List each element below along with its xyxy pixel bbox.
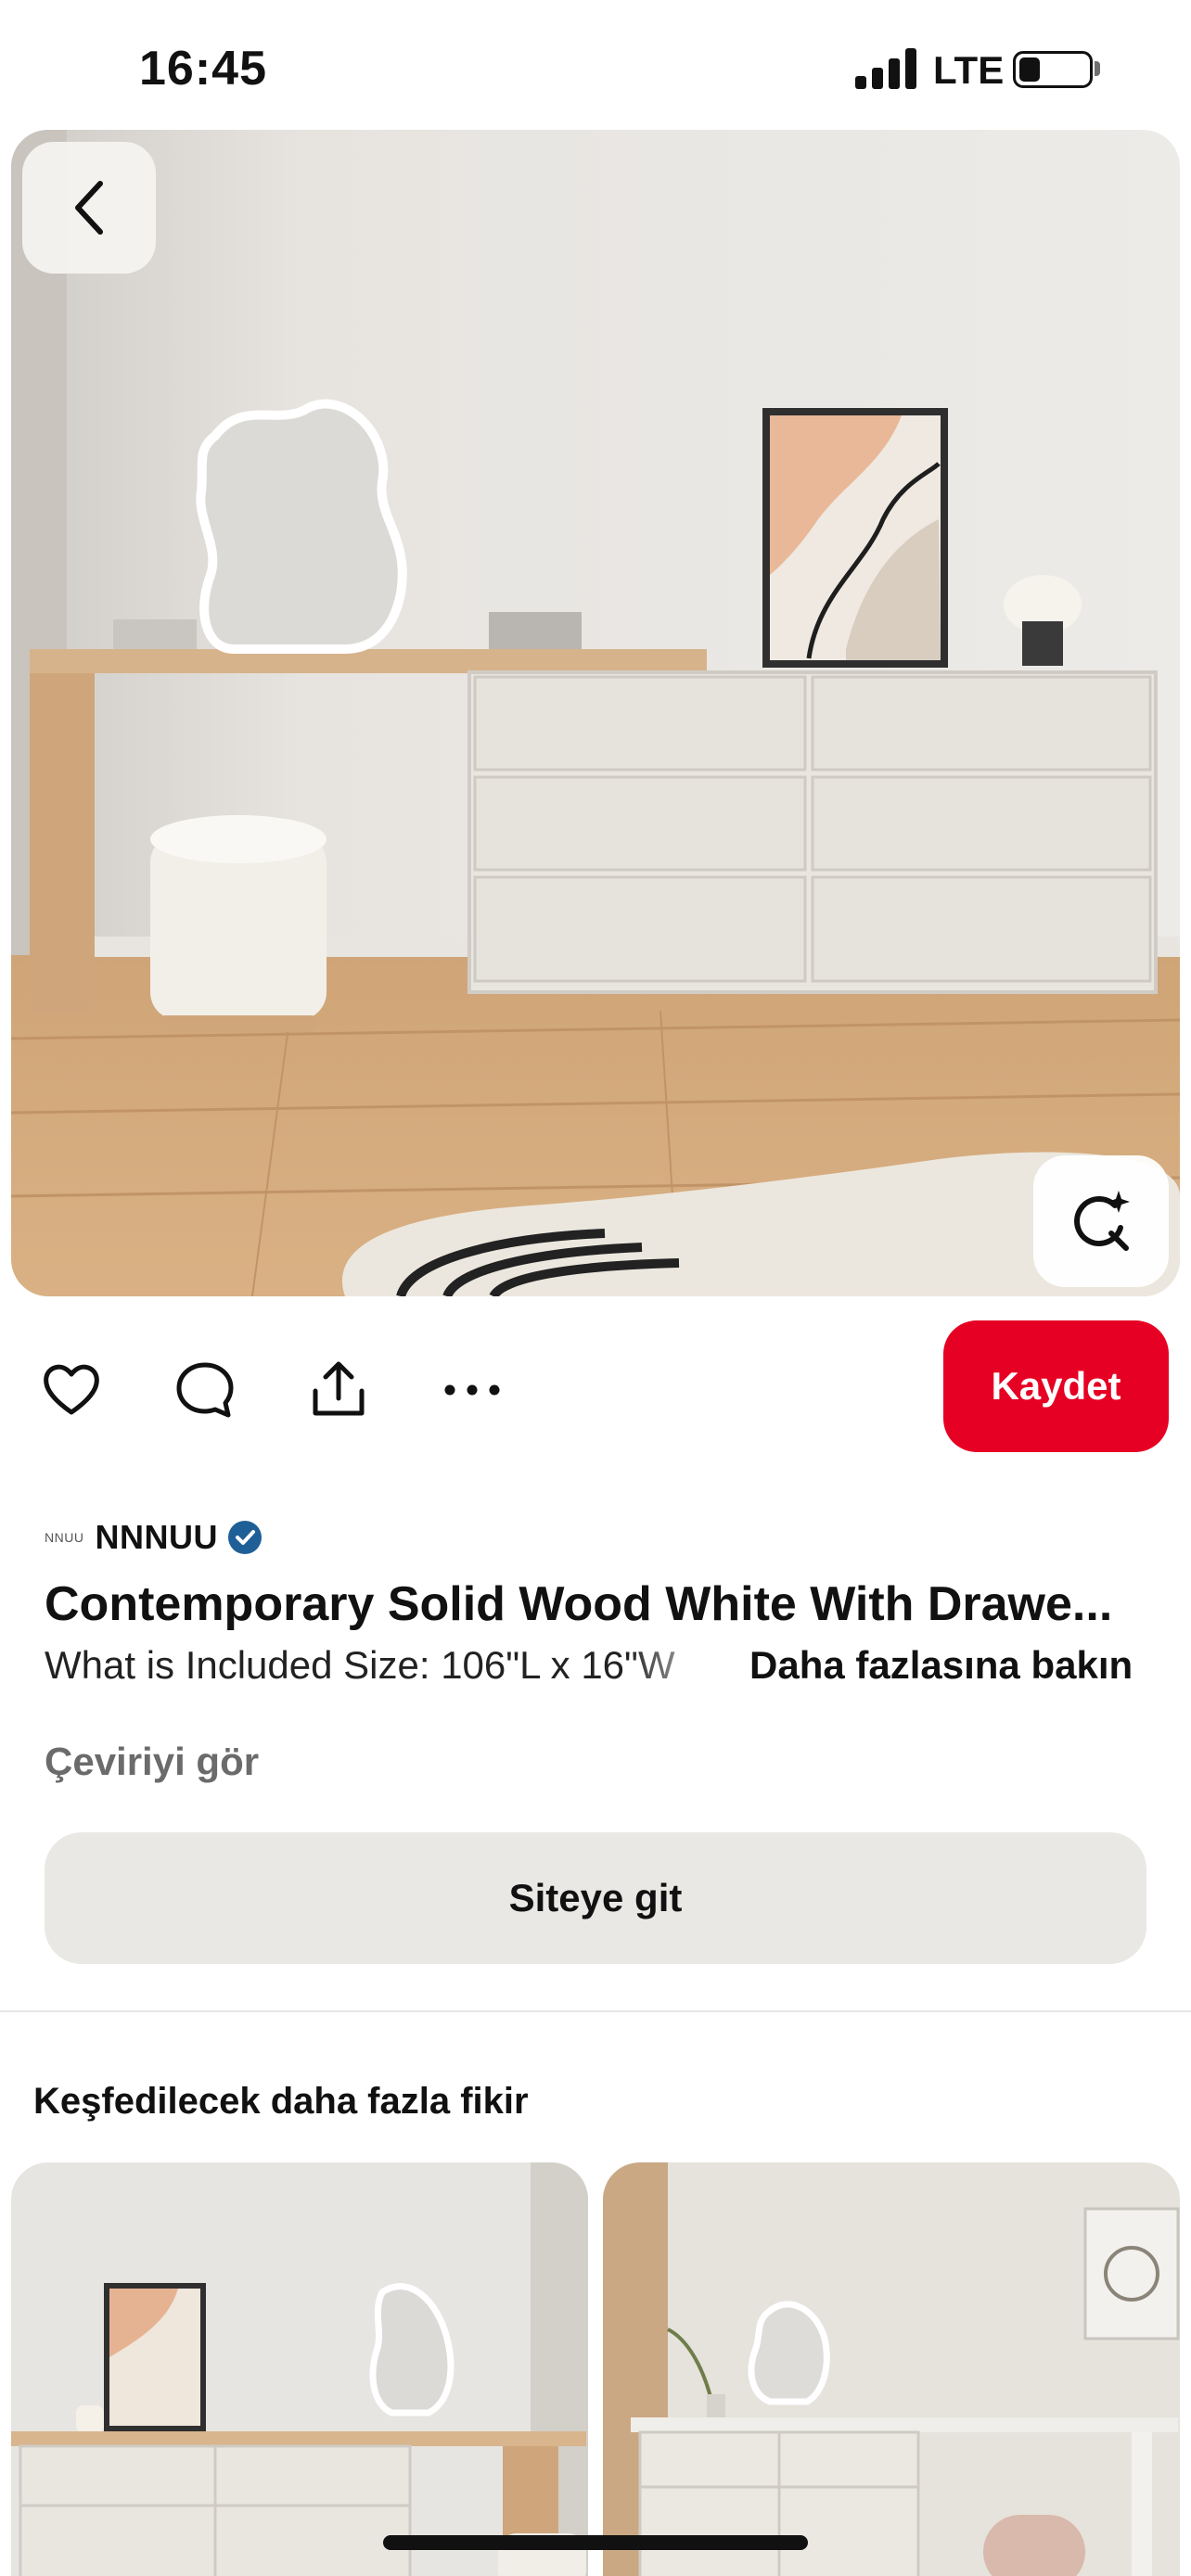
lens-search-icon: [1074, 1191, 1130, 1251]
signal-icon: [855, 48, 916, 89]
creator-name[interactable]: NNNUU: [95, 1518, 218, 1557]
see-more-link[interactable]: Daha fazlasına bakın: [749, 1643, 1133, 1688]
pin-description: What is Included Size: 106"L x 16"W: [45, 1643, 675, 1687]
heart-icon[interactable]: [41, 1359, 102, 1421]
more-icon[interactable]: [442, 1359, 503, 1421]
creator-logo: NNUU: [45, 1530, 84, 1545]
visit-site-button[interactable]: Siteye git: [45, 1832, 1146, 1964]
status-bar: 16:45 LTE: [0, 0, 1191, 130]
home-indicator[interactable]: [383, 2535, 808, 2550]
creator-row[interactable]: NNUU NNNUU: [45, 1517, 263, 1558]
see-translation-link[interactable]: Çeviriyi gör: [45, 1740, 259, 1784]
chevron-left-icon: [75, 181, 103, 235]
related-pin-2[interactable]: [603, 2162, 1180, 2576]
network-label: LTE: [933, 48, 1005, 92]
verified-badge-icon: [227, 1521, 262, 1554]
related-pin-image: [11, 2162, 588, 2576]
related-pin-1[interactable]: [11, 2162, 588, 2576]
visual-search-button[interactable]: [1033, 1155, 1169, 1287]
pin-image[interactable]: [11, 130, 1180, 1296]
status-time: 16:45: [139, 42, 267, 96]
section-divider: [0, 2010, 1191, 2012]
save-button[interactable]: Kaydet: [943, 1320, 1169, 1452]
explore-section-title: Keşfedilecek daha fazla fikir: [33, 2081, 529, 2122]
room-illustration: [11, 130, 1180, 1296]
share-icon[interactable]: [308, 1359, 369, 1421]
related-pin-image: [603, 2162, 1180, 2576]
battery-icon: [1013, 51, 1093, 88]
pin-title: Contemporary Solid Wood White With Drawe…: [45, 1577, 1113, 1631]
comment-icon[interactable]: [174, 1359, 236, 1421]
back-button[interactable]: [22, 142, 156, 274]
